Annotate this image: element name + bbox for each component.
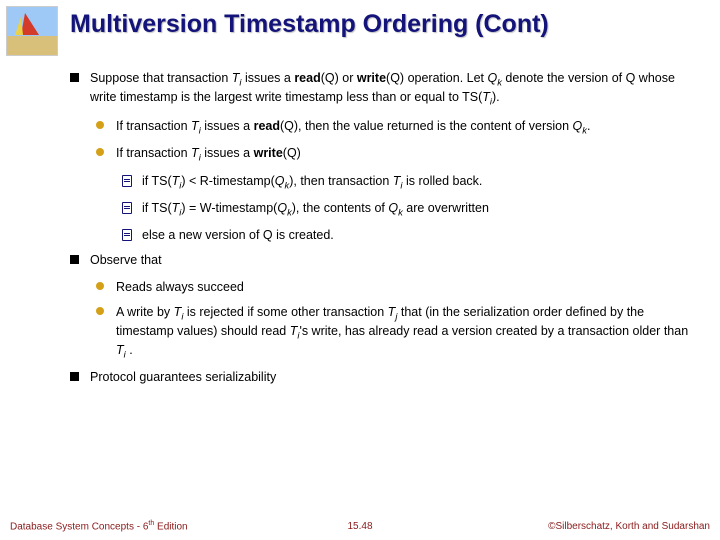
bullet-3: Protocol guarantees serializability bbox=[70, 369, 690, 386]
disc-bullet-icon bbox=[96, 121, 104, 129]
text: Suppose that transaction Ti issues a rea… bbox=[90, 71, 675, 104]
bullet-1b3: else a new version of Q is created. bbox=[70, 227, 690, 244]
bullet-1b: If transaction Ti issues a write(Q) bbox=[70, 145, 690, 164]
square-bullet-icon bbox=[70, 73, 79, 82]
text: else a new version of Q is created. bbox=[142, 228, 334, 242]
disc-bullet-icon bbox=[96, 148, 104, 156]
text: If transaction Ti issues a write(Q) bbox=[116, 146, 301, 160]
note-bullet-icon bbox=[122, 202, 132, 214]
note-bullet-icon bbox=[122, 229, 132, 241]
text: Observe that bbox=[90, 253, 162, 267]
text: Protocol guarantees serializability bbox=[90, 370, 276, 384]
text: A write by Ti is rejected if some other … bbox=[116, 305, 688, 357]
bullet-2b: A write by Ti is rejected if some other … bbox=[70, 304, 690, 361]
slide-content: Suppose that transaction Ti issues a rea… bbox=[70, 70, 690, 396]
text: Reads always succeed bbox=[116, 280, 244, 294]
slide: Multiversion Timestamp Ordering (Cont) S… bbox=[0, 0, 720, 540]
disc-bullet-icon bbox=[96, 307, 104, 315]
bullet-1b2: if TS(Ti) = W-timestamp(Qk), the content… bbox=[70, 200, 690, 219]
slide-logo bbox=[6, 6, 58, 56]
square-bullet-icon bbox=[70, 255, 79, 264]
bullet-1b1: if TS(Ti) < R-timestamp(Qk), then transa… bbox=[70, 173, 690, 192]
bullet-2a: Reads always succeed bbox=[70, 279, 690, 296]
footer-copyright: ©Silberschatz, Korth and Sudarshan bbox=[548, 521, 710, 532]
bullet-1: Suppose that transaction Ti issues a rea… bbox=[70, 70, 690, 108]
disc-bullet-icon bbox=[96, 282, 104, 290]
bullet-2: Observe that bbox=[70, 252, 690, 269]
text: if TS(Ti) = W-timestamp(Qk), the content… bbox=[142, 201, 489, 215]
note-bullet-icon bbox=[122, 175, 132, 187]
text: if TS(Ti) < R-timestamp(Qk), then transa… bbox=[142, 174, 482, 188]
bullet-1a: If transaction Ti issues a read(Q), then… bbox=[70, 118, 690, 137]
slide-title: Multiversion Timestamp Ordering (Cont) bbox=[70, 10, 710, 39]
text: If transaction Ti issues a read(Q), then… bbox=[116, 119, 590, 133]
square-bullet-icon bbox=[70, 372, 79, 381]
